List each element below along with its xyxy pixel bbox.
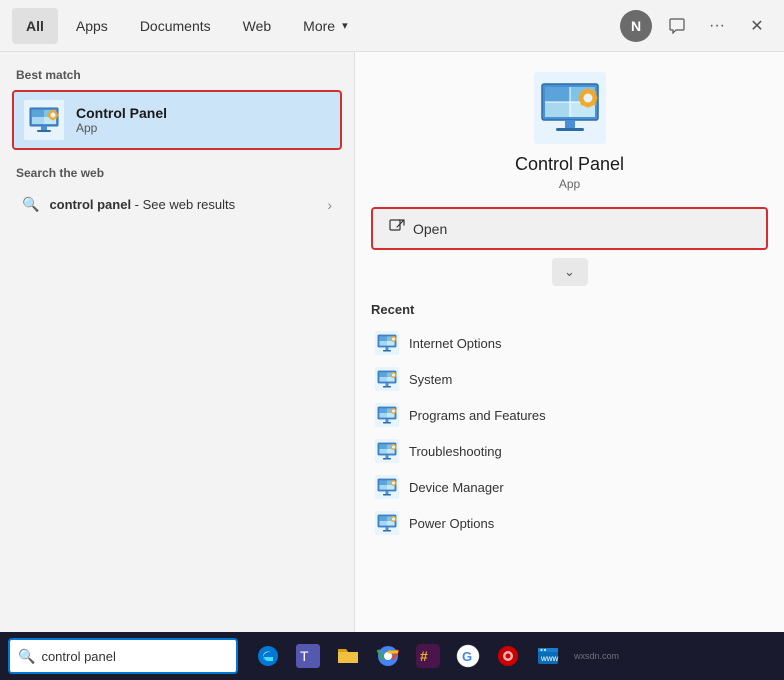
app-name: Control Panel <box>515 154 624 175</box>
close-icon[interactable]: ✕ <box>742 11 772 41</box>
search-panel: All Apps Documents Web More ▾ N ··· ✕ Be… <box>0 0 784 640</box>
chevron-down-icon: ⌄ <box>564 264 575 280</box>
taskbar-search-icon: 🔍 <box>18 648 35 665</box>
recent-item-icon <box>375 367 399 391</box>
web-result-left: 🔍 control panel - See web results <box>22 196 235 213</box>
slack-icon[interactable]: # <box>410 638 446 674</box>
recent-item-label: Device Manager <box>409 480 504 495</box>
svg-text:T: T <box>300 648 309 664</box>
app-icon-red[interactable] <box>490 638 526 674</box>
best-match-text: Control Panel App <box>76 105 167 135</box>
tab-apps[interactable]: Apps <box>62 8 122 44</box>
recent-item-icon <box>375 511 399 535</box>
open-label: Open <box>413 221 447 237</box>
recent-item[interactable]: System <box>371 361 768 397</box>
search-icon: 🔍 <box>22 196 39 213</box>
taskbar: 🔍 T <box>0 632 784 680</box>
recent-item[interactable]: Programs and Features <box>371 397 768 433</box>
recent-item-label: Internet Options <box>409 336 502 351</box>
browser-icon[interactable]: www <box>530 638 566 674</box>
recent-item-icon <box>375 331 399 355</box>
recent-items-container: Internet Options System Programs and F <box>371 325 768 541</box>
google-icon[interactable]: G <box>450 638 486 674</box>
control-panel-icon <box>24 100 64 140</box>
tab-more[interactable]: More ▾ <box>289 8 361 44</box>
right-panel: Control Panel App Open ⌄ Recent <box>355 52 784 640</box>
best-match-label: Best match <box>12 68 342 82</box>
feedback-icon[interactable] <box>662 11 692 41</box>
taskbar-icons: T # <box>250 638 623 674</box>
recent-label: Recent <box>371 302 768 317</box>
recent-item[interactable]: Internet Options <box>371 325 768 361</box>
svg-text:www: www <box>540 654 559 663</box>
recent-item-icon <box>375 439 399 463</box>
tab-all[interactable]: All <box>12 8 58 44</box>
web-result-item[interactable]: 🔍 control panel - See web results › <box>12 188 342 221</box>
recent-item-icon <box>375 403 399 427</box>
recent-item-label: System <box>409 372 452 387</box>
best-match-title: Control Panel <box>76 105 167 121</box>
more-options-icon[interactable]: ··· <box>702 11 732 41</box>
main-content: Best match <box>0 52 784 640</box>
left-panel: Best match <box>0 52 355 640</box>
svg-text:G: G <box>462 649 472 664</box>
edge-icon[interactable] <box>250 638 286 674</box>
chrome-icon[interactable] <box>370 638 406 674</box>
recent-item-icon <box>375 475 399 499</box>
taskbar-search-input[interactable] <box>41 649 228 664</box>
tab-documents[interactable]: Documents <box>126 8 225 44</box>
search-web-label: Search the web <box>12 166 342 180</box>
avatar[interactable]: N <box>620 10 652 42</box>
recent-item[interactable]: Device Manager <box>371 469 768 505</box>
tabs-right: N ··· ✕ <box>620 10 772 42</box>
app-type: App <box>559 177 580 191</box>
app-detail: Control Panel App <box>371 72 768 191</box>
expand-button[interactable]: ⌄ <box>552 258 588 286</box>
file-explorer-icon[interactable] <box>330 638 366 674</box>
open-button[interactable]: Open <box>371 207 768 250</box>
recent-item-label: Troubleshooting <box>409 444 502 459</box>
recent-item[interactable]: Power Options <box>371 505 768 541</box>
teams-icon[interactable]: T <box>290 638 326 674</box>
best-match-item[interactable]: Control Panel App <box>12 90 342 150</box>
recent-item[interactable]: Troubleshooting <box>371 433 768 469</box>
svg-text:#: # <box>420 648 428 664</box>
chevron-down-icon: ▾ <box>342 19 348 32</box>
recent-item-label: Programs and Features <box>409 408 546 423</box>
chevron-right-icon: › <box>327 197 332 213</box>
recent-item-label: Power Options <box>409 516 494 531</box>
web-result-text: control panel - See web results <box>49 197 235 212</box>
taskbar-search: 🔍 <box>8 638 238 674</box>
app-large-icon <box>534 72 606 144</box>
open-icon <box>389 219 405 238</box>
watermark-area: wxsdn.com <box>570 638 623 674</box>
tab-web[interactable]: Web <box>229 8 286 44</box>
best-match-subtitle: App <box>76 121 167 135</box>
recent-section: Recent Internet Options <box>371 302 768 624</box>
tabs-bar: All Apps Documents Web More ▾ N ··· ✕ <box>0 0 784 52</box>
